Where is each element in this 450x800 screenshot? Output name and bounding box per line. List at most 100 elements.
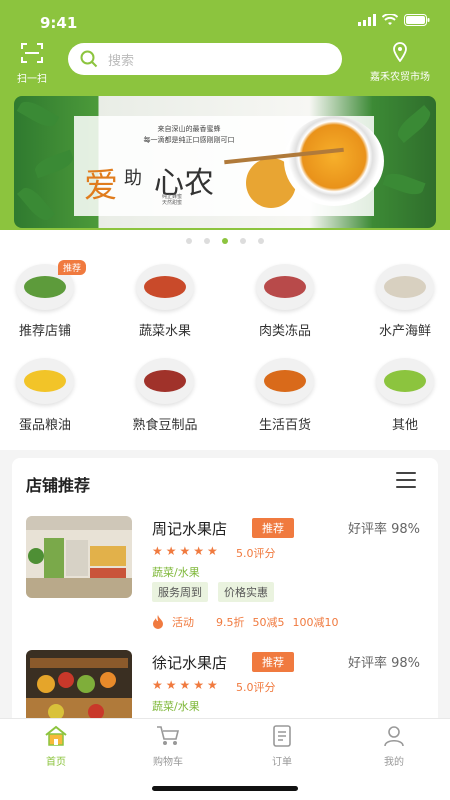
- category-grid: 推荐 推荐店铺 蔬菜水果 肉类冻品 水产海鲜 蛋品粮油 熟食豆制品 生活百货 其他: [0, 260, 450, 450]
- category-image: [144, 370, 186, 392]
- category-item[interactable]: 蛋品粮油: [0, 358, 90, 433]
- menu-icon[interactable]: [396, 472, 416, 488]
- pagination-dot[interactable]: [258, 238, 264, 244]
- fruit-veg-icon: [136, 264, 194, 310]
- promo-banner[interactable]: 来自深山的最香蜜蜂 每一滴都是纯正口感刚刚可口 爱 助 心农 纯正蜂蜜 天然甜蜜: [14, 96, 436, 228]
- oil-icon: [16, 358, 74, 404]
- category-item[interactable]: 推荐推荐店铺: [0, 260, 90, 339]
- category-item[interactable]: 其他: [360, 358, 450, 433]
- shop-tag: 服务周到: [152, 582, 208, 602]
- star-rating: ★★★★★: [152, 678, 221, 692]
- section-title: 店铺推荐: [26, 476, 91, 495]
- user-icon: [384, 726, 404, 747]
- location-label: 嘉禾农贸市场: [370, 72, 430, 83]
- category-image: [264, 276, 306, 298]
- shop-name: 周记水果店: [152, 520, 228, 538]
- clover-icon: [376, 358, 434, 404]
- shop-category: 蔬菜/水果: [152, 566, 200, 579]
- category-label: 水产海鲜: [378, 324, 431, 339]
- shop-rating: 好评率 98%: [347, 656, 420, 671]
- status-time: 9:41: [40, 14, 78, 32]
- status-bar: 9:41: [0, 0, 450, 44]
- pagination-dot[interactable]: [204, 238, 210, 244]
- promo-item: 50减5: [252, 616, 285, 629]
- leaf-decoration: [17, 183, 55, 225]
- wifi-icon: [382, 14, 398, 25]
- leaf-decoration: [32, 149, 76, 179]
- category-item[interactable]: 熟食豆制品: [120, 358, 210, 433]
- tab-orders[interactable]: 订单: [242, 725, 322, 768]
- category-image: [144, 276, 186, 298]
- pagination-dot[interactable]: [240, 238, 246, 244]
- category-label: 肉类冻品: [258, 324, 311, 339]
- shop-category: 蔬菜/水果: [152, 700, 200, 713]
- promo-item: 9.5折: [216, 616, 245, 629]
- banner-bottom-background: [0, 230, 450, 260]
- home-indicator: [152, 786, 298, 791]
- category-label: 其他: [391, 418, 418, 433]
- category-image: [24, 370, 66, 392]
- location-button[interactable]: 嘉禾农贸市场: [360, 42, 440, 83]
- tab-label: 首页: [46, 757, 66, 768]
- shop-score: 5.0评分: [236, 681, 276, 694]
- spices-icon: [256, 358, 314, 404]
- leaf-decoration: [393, 105, 435, 143]
- shop-card[interactable]: 徐记水果店 推荐 好评率 98% ★★★★★ 5.0评分 蔬菜/水果: [12, 650, 438, 728]
- shop-rating: 好评率 98%: [347, 522, 420, 537]
- tab-label: 订单: [272, 757, 292, 768]
- tab-home[interactable]: 首页: [16, 725, 96, 768]
- leaf-decoration: [382, 169, 426, 199]
- category-label: 熟食豆制品: [132, 418, 198, 433]
- tab-cart[interactable]: 购物车: [128, 725, 208, 768]
- category-label: 生活百货: [258, 418, 311, 433]
- shop-promotions: 活动 9.5折 50减5 100减10: [152, 614, 339, 630]
- category-label: 蔬菜水果: [138, 324, 191, 339]
- fish-icon: [376, 264, 434, 310]
- shop-tag: 价格实惠: [218, 582, 274, 602]
- shop-tags: 服务周到 价格实惠: [152, 582, 274, 602]
- banner-small-line2: 天然甜蜜: [162, 200, 183, 206]
- search-icon: [80, 50, 98, 68]
- star-rating: ★★★★★: [152, 544, 221, 558]
- location-pin-icon: [393, 42, 407, 63]
- search-placeholder: 搜索: [108, 53, 135, 69]
- home-icon: [45, 725, 67, 746]
- shop-score: 5.0评分: [236, 547, 276, 560]
- top-header: 扫一扫 搜索 嘉禾农贸市场: [0, 40, 450, 85]
- scan-label: 扫一扫: [17, 74, 47, 85]
- activity-label: 活动: [172, 616, 194, 629]
- search-input[interactable]: 搜索: [68, 43, 342, 75]
- shop-image: [26, 516, 132, 598]
- pagination-dot[interactable]: [186, 238, 192, 244]
- category-item[interactable]: 生活百货: [240, 358, 330, 433]
- shop-image: [26, 650, 132, 728]
- pagination-dot[interactable]: [222, 238, 228, 244]
- banner-title-char1: 爱: [84, 166, 118, 206]
- beans-icon: [136, 358, 194, 404]
- scan-button[interactable]: 扫一扫: [12, 42, 52, 85]
- meat-icon: [256, 264, 314, 310]
- tab-label: 我的: [384, 757, 404, 768]
- category-item[interactable]: 蔬菜水果: [120, 264, 210, 339]
- banner-desc-line2: 每一滴都是纯正口感刚刚可口: [143, 136, 235, 144]
- shop-recommend-panel: 店铺推荐 周记水果店 推荐 好评率 98% ★★★★★ 5.0评分 蔬菜/水果 …: [12, 458, 438, 728]
- honey-bowl-image: [284, 116, 384, 206]
- category-item[interactable]: 肉类冻品: [240, 264, 330, 339]
- leaf-decoration: [16, 97, 60, 131]
- category-image: [384, 276, 426, 298]
- promo-item: 100减10: [292, 616, 339, 629]
- banner-description: 来自深山的最香蜜蜂 每一滴都是纯正口感刚刚可口: [134, 124, 244, 146]
- tab-profile[interactable]: 我的: [354, 725, 434, 768]
- signal-icon: [358, 14, 376, 26]
- status-icons: [358, 14, 430, 26]
- category-image: [384, 370, 426, 392]
- category-label: 推荐店铺: [18, 324, 71, 339]
- category-badge: 推荐: [58, 260, 87, 275]
- category-label: 蛋品粮油: [18, 418, 71, 433]
- banner-title-char2: 助: [124, 168, 142, 189]
- category-item[interactable]: 水产海鲜: [360, 264, 450, 339]
- recommend-badge: 推荐: [252, 518, 294, 538]
- tab-label: 购物车: [153, 757, 183, 768]
- shop-card[interactable]: 周记水果店 推荐 好评率 98% ★★★★★ 5.0评分 蔬菜/水果 服务周到 …: [12, 516, 438, 652]
- cart-icon: [157, 726, 180, 745]
